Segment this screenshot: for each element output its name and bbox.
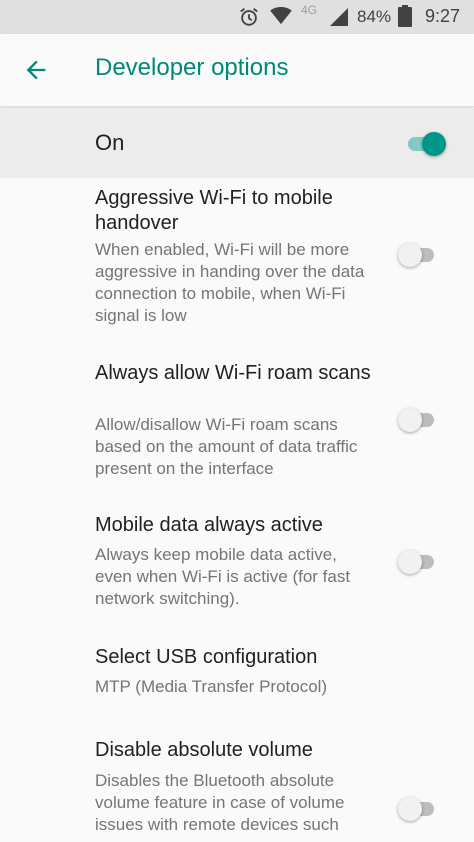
pref-title: Mobile data always active	[95, 514, 323, 536]
battery-percent: 84%	[357, 7, 392, 26]
pref-mobile-data-always-active[interactable]: Mobile data always active Always keep mo…	[0, 504, 474, 624]
clock: 9:27	[425, 6, 461, 26]
network-type: 4G	[301, 3, 318, 17]
app-bar: Developer options	[0, 34, 474, 107]
toggle-thumb	[398, 243, 422, 267]
pref-title: Always allow Wi-Fi roam scans	[95, 362, 371, 384]
master-switch-row[interactable]: On	[0, 108, 474, 178]
pref-summary: Always keep mobile data active, even whe…	[95, 545, 351, 608]
toggle-thumb	[398, 408, 422, 432]
status-bar: 4G 84% 9:27	[0, 0, 474, 34]
toggle-thumb	[398, 797, 422, 821]
aggressive-handover-toggle[interactable]	[398, 243, 436, 267]
master-toggle[interactable]	[408, 132, 446, 156]
absolute-volume-toggle[interactable]	[398, 797, 436, 821]
toggle-thumb	[398, 550, 422, 574]
wifi-icon	[270, 7, 292, 25]
pref-wifi-roam-scans[interactable]: Always allow Wi-Fi roam scans Allow/disa…	[0, 352, 474, 492]
pref-disable-absolute-volume[interactable]: Disable absolute volume Disables the Blu…	[0, 730, 474, 842]
alarm-icon	[240, 8, 258, 26]
back-arrow-icon[interactable]	[22, 56, 50, 84]
pref-summary: Disables the Bluetooth absolute volume f…	[95, 771, 345, 834]
page-title: Developer options	[95, 54, 289, 81]
signal-icon	[330, 8, 348, 26]
pref-select-usb-configuration[interactable]: Select USB configuration MTP (Media Tran…	[0, 636, 474, 716]
mobile-data-toggle[interactable]	[398, 550, 436, 574]
pref-title: Disable absolute volume	[95, 739, 313, 761]
pref-summary: Allow/disallow Wi-Fi roam scans based on…	[95, 415, 358, 478]
pref-aggressive-wifi-handover[interactable]: Aggressive Wi-Fi to mobile handover When…	[0, 178, 474, 338]
pref-title: Aggressive Wi-Fi to mobile handover	[95, 187, 333, 234]
pref-summary: When enabled, Wi-Fi will be more aggress…	[95, 240, 365, 325]
master-switch-label: On	[95, 130, 125, 155]
roam-scans-toggle[interactable]	[398, 408, 436, 432]
battery-icon	[398, 5, 412, 27]
toggle-thumb	[422, 132, 446, 156]
pref-title: Select USB configuration	[95, 646, 318, 668]
pref-summary: MTP (Media Transfer Protocol)	[95, 677, 328, 696]
